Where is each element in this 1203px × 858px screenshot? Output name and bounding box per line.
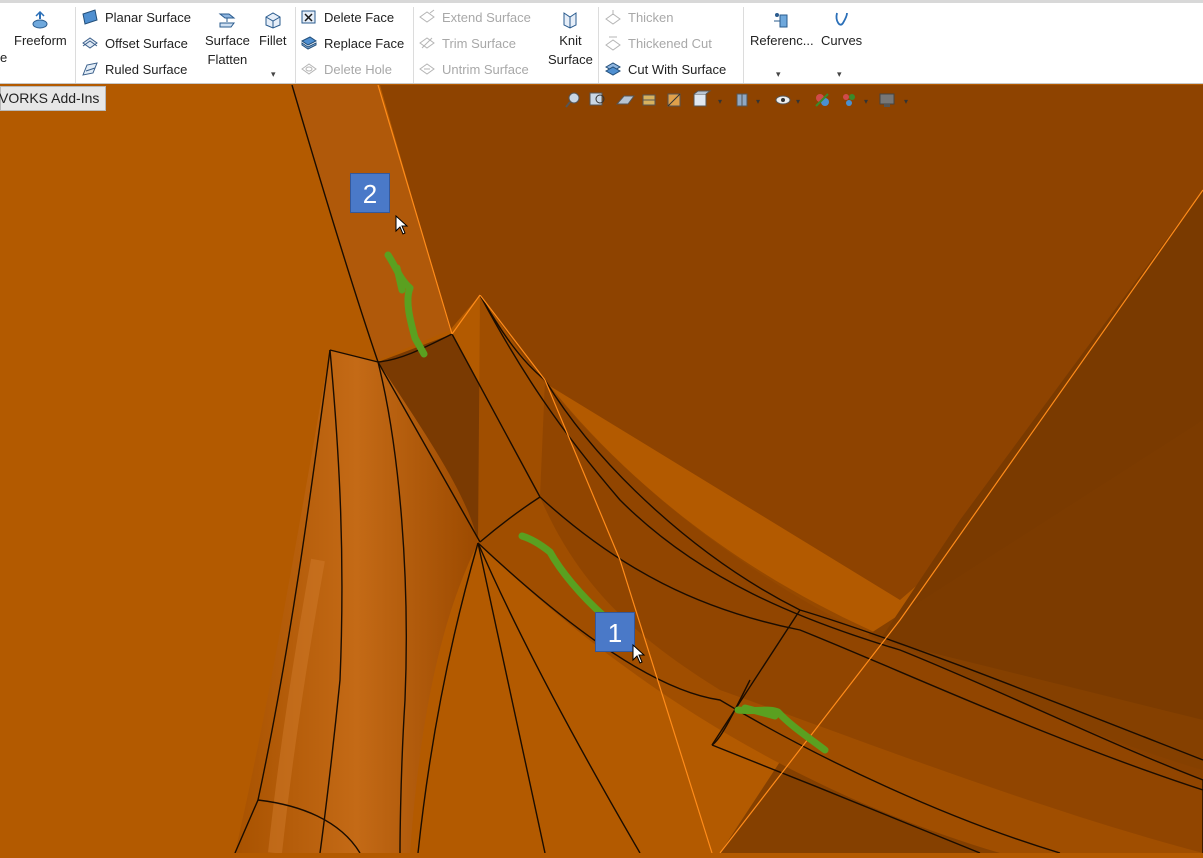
ruled-surface-button[interactable]: Ruled Surface (81, 61, 187, 77)
reference-dropdown-icon[interactable]: ▾ (776, 69, 781, 80)
svg-text:▾: ▾ (718, 97, 722, 106)
planar-surface-label: Planar Surface (105, 9, 191, 25)
untrim-surface-label: Untrim Surface (442, 61, 529, 77)
svg-text:▾: ▾ (796, 97, 800, 106)
fillet-dropdown-icon[interactable]: ▾ (271, 69, 276, 80)
ribbon-separator (295, 7, 296, 83)
delete-face-label: Delete Face (324, 9, 395, 25)
tab-solidworks-addins[interactable]: VORKS Add-Ins (0, 86, 106, 111)
ribbon-separator (75, 7, 76, 83)
curves-button[interactable]: Curves (821, 11, 862, 50)
heads-up-view-toolbar: ▾ ▾ ▾ ▾ ▾ (562, 90, 912, 110)
graphics-viewport[interactable] (0, 84, 1203, 854)
offset-surface-icon (81, 35, 99, 51)
extend-surface-button[interactable]: Extend Surface (418, 9, 531, 25)
section-view-icon[interactable] (642, 94, 656, 106)
untrim-surface-icon (418, 61, 436, 77)
zoom-to-fit-icon[interactable] (565, 92, 580, 108)
surface-flatten-button[interactable]: Surface Flatten (205, 11, 250, 69)
delete-hole-label: Delete Hole (324, 61, 392, 77)
surface-flatten-label-1: Surface (205, 33, 250, 48)
freeform-icon (30, 10, 50, 29)
planar-surface-button[interactable]: Planar Surface (81, 9, 191, 25)
fillet-icon (263, 11, 283, 29)
hide-show-items-icon[interactable] (775, 95, 791, 105)
surface-flatten-label-2: Flatten (207, 52, 248, 67)
svg-text:▾: ▾ (756, 97, 760, 106)
reference-geometry-button[interactable]: Referenc... (750, 11, 814, 50)
planar-surface-icon (81, 9, 99, 25)
extend-surface-icon (418, 9, 436, 25)
offset-surface-label: Offset Surface (105, 35, 188, 51)
svg-text:▾: ▾ (864, 97, 868, 106)
edit-appearance-icon[interactable] (815, 93, 829, 107)
trim-surface-label: Trim Surface (442, 35, 516, 51)
mouse-cursor-icon (632, 644, 646, 664)
freeform-button[interactable]: Freeform (14, 10, 67, 50)
partial-left-label: e (0, 50, 8, 65)
ruled-surface-icon (81, 61, 99, 77)
ribbon-separator (743, 7, 744, 83)
view-orientation-icon[interactable] (693, 90, 712, 107)
svg-text:▾: ▾ (904, 97, 908, 106)
ruled-surface-label: Ruled Surface (105, 61, 188, 77)
delete-face-button[interactable]: Delete Face (300, 9, 394, 25)
trim-surface-icon (418, 35, 436, 51)
cut-with-surface-icon (604, 61, 622, 77)
knit-surface-label-2: Surface (548, 52, 593, 67)
fillet-label: Fillet (259, 33, 287, 48)
callout-badge-2: 2 (350, 173, 390, 213)
reference-geometry-label: Referenc... (750, 33, 814, 48)
ribbon-separator (598, 7, 599, 83)
freeform-label: Freeform (14, 33, 67, 48)
thickened-cut-button[interactable]: Thickened Cut (604, 35, 712, 51)
previous-view-icon[interactable] (615, 95, 635, 105)
delete-hole-icon (300, 61, 318, 77)
cut-with-surface-button[interactable]: Cut With Surface (604, 61, 726, 77)
zoom-to-area-icon[interactable] (589, 92, 605, 106)
thickened-cut-icon (604, 35, 622, 51)
mouse-cursor-icon (395, 215, 409, 235)
untrim-surface-button[interactable]: Untrim Surface (418, 61, 529, 77)
thickened-cut-label: Thickened Cut (628, 35, 712, 51)
curves-dropdown-icon[interactable]: ▾ (837, 69, 842, 80)
view-settings-icon[interactable] (879, 93, 895, 107)
commandmanager-ribbon: e Freeform Planar Surface Offset Surface… (0, 0, 1203, 84)
fillet-button[interactable]: Fillet (259, 11, 286, 50)
reference-geometry-icon (772, 11, 792, 29)
thicken-button[interactable]: Thicken (604, 9, 674, 25)
callout-badge-1: 1 (595, 612, 635, 652)
replace-face-label: Replace Face (324, 35, 405, 51)
knit-surface-icon (560, 11, 580, 29)
dynamic-annotation-icon[interactable] (667, 93, 681, 107)
cut-with-surface-label: Cut With Surface (628, 61, 727, 77)
surface-flatten-icon (217, 11, 237, 29)
display-style-icon[interactable] (736, 93, 748, 107)
ribbon-separator (413, 7, 414, 83)
extend-surface-label: Extend Surface (442, 9, 531, 25)
apply-scene-icon[interactable] (843, 94, 855, 106)
knit-surface-button[interactable]: Knit Surface (548, 11, 593, 69)
curves-label: Curves (821, 33, 863, 48)
offset-surface-button[interactable]: Offset Surface (81, 35, 188, 51)
delete-hole-button[interactable]: Delete Hole (300, 61, 392, 77)
thicken-label: Thicken (628, 9, 674, 25)
knit-surface-label-1: Knit (559, 33, 582, 48)
replace-face-button[interactable]: Replace Face (300, 35, 404, 51)
thicken-icon (604, 9, 622, 25)
delete-face-icon (300, 9, 318, 25)
curves-icon (832, 11, 852, 29)
replace-face-icon (300, 35, 318, 51)
trim-surface-button[interactable]: Trim Surface (418, 35, 516, 51)
